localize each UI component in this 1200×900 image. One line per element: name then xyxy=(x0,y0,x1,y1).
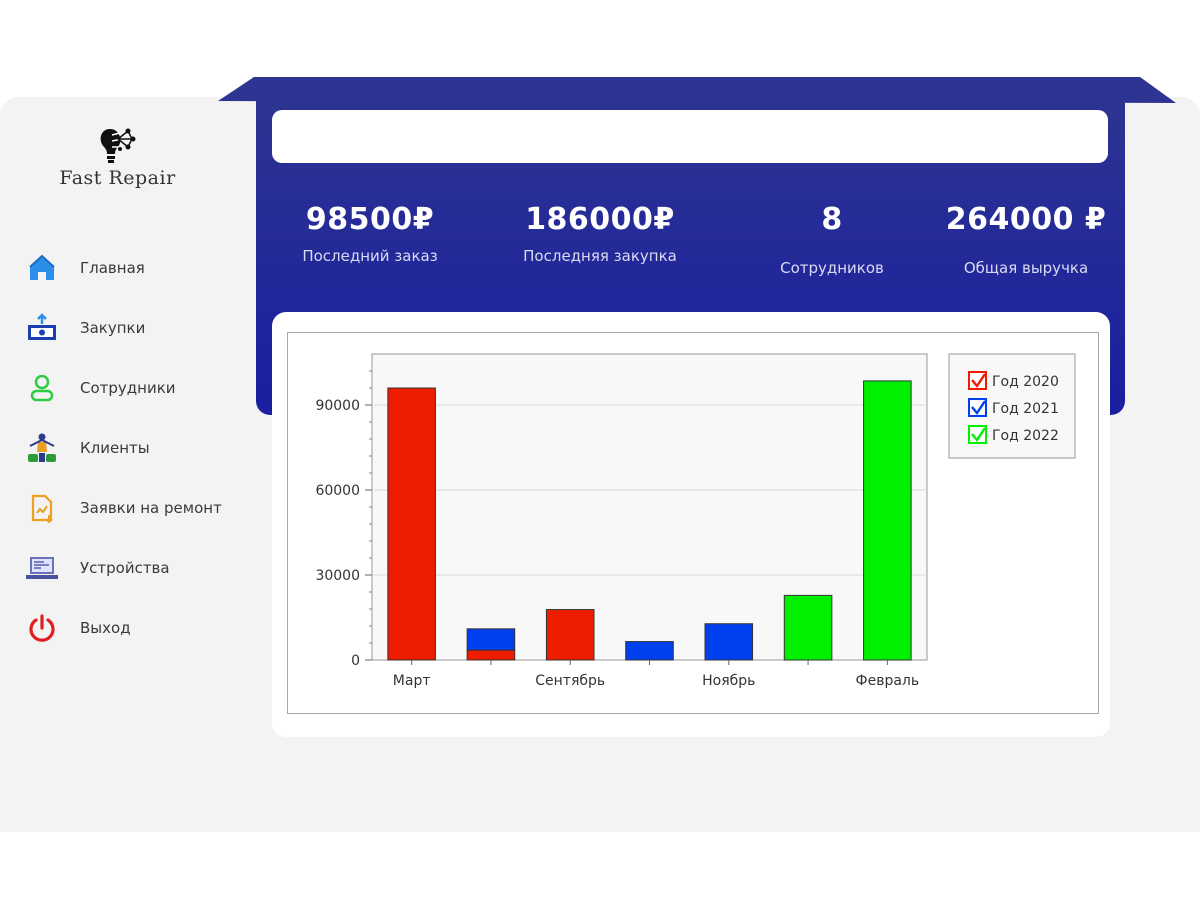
x-tick-label: Сентябрь xyxy=(535,673,605,689)
stat-label: Последняя закупка xyxy=(523,247,677,265)
x-tick-label: Ноябрь xyxy=(702,673,755,689)
stat-value: 8 xyxy=(821,202,843,237)
sidebar-nav: Главная Закупки Сотрудники Клиенты Заявк… xyxy=(24,238,244,658)
devices-icon xyxy=(24,550,60,586)
power-icon xyxy=(24,610,60,646)
home-icon xyxy=(24,250,60,286)
stat-label: Последний заказ xyxy=(302,247,438,265)
bar xyxy=(545,609,595,661)
sidebar-item-label: Клиенты xyxy=(80,439,150,457)
stat-value: 186000₽ xyxy=(525,202,675,237)
sidebar-item-label: Выход xyxy=(80,619,131,637)
bar xyxy=(466,628,516,651)
purchase-icon xyxy=(24,310,60,346)
stat-employees: 8 Сотрудников xyxy=(722,202,942,277)
stat-value: 98500₽ xyxy=(305,202,435,237)
bar xyxy=(783,594,833,661)
plot-area xyxy=(371,353,928,661)
legend-label: Год 2020 xyxy=(992,374,1059,390)
bar-chart: 0 30000 60000 90000 Март Сентябрь Ноябрь Феврал… xyxy=(315,353,1076,689)
y-tick-label: 0 xyxy=(351,653,360,669)
stat-total-revenue: 264000 ₽ Общая выручка xyxy=(916,202,1136,277)
repair-request-icon xyxy=(24,490,60,526)
lightbulb-icon xyxy=(100,128,135,163)
sidebar-item-logout[interactable]: Выход xyxy=(24,598,244,658)
x-tick-label: Март xyxy=(393,673,431,689)
sidebar-item-repair-requests[interactable]: Заявки на ремонт xyxy=(24,478,244,538)
stat-last-order: 98500₽ Последний заказ xyxy=(260,202,480,265)
y-tick-label: 30000 xyxy=(315,568,360,584)
sidebar-item-label: Закупки xyxy=(80,319,146,337)
sidebar-item-purchases[interactable]: Закупки xyxy=(24,298,244,358)
bar xyxy=(863,380,912,661)
sidebar-item-employees[interactable]: Сотрудники xyxy=(24,358,244,418)
logo-text: Fast Repair xyxy=(59,167,176,189)
sidebar-item-home[interactable]: Главная xyxy=(24,238,244,298)
sidebar-item-label: Устройства xyxy=(80,559,170,577)
employee-icon xyxy=(24,370,60,406)
sidebar-item-label: Главная xyxy=(80,259,145,277)
sidebar-item-devices[interactable]: Устройства xyxy=(24,538,244,598)
stat-label: Сотрудников xyxy=(780,259,884,277)
stat-label: Общая выручка xyxy=(963,259,1089,277)
legend-label: Год 2022 xyxy=(992,428,1059,444)
app-logo[interactable]: Fast Repair xyxy=(55,125,180,189)
sidebar-item-label: Заявки на ремонт xyxy=(80,499,222,517)
y-tick-label: 60000 xyxy=(315,483,360,499)
sidebar-item-label: Сотрудники xyxy=(80,379,176,397)
y-tick-label: 90000 xyxy=(315,398,360,414)
clients-icon xyxy=(24,430,60,466)
bar xyxy=(625,641,674,661)
legend-label: Год 2021 xyxy=(992,401,1059,417)
search-input[interactable] xyxy=(272,110,1108,163)
x-tick-label: Февраль xyxy=(856,673,920,689)
sidebar-item-clients[interactable]: Клиенты xyxy=(24,418,244,478)
stat-last-purchase: 186000₽ Последняя закупка xyxy=(490,202,710,265)
stat-value: 264000 ₽ xyxy=(945,202,1107,237)
bar xyxy=(466,649,516,661)
bar xyxy=(387,387,436,661)
bar xyxy=(704,623,754,661)
